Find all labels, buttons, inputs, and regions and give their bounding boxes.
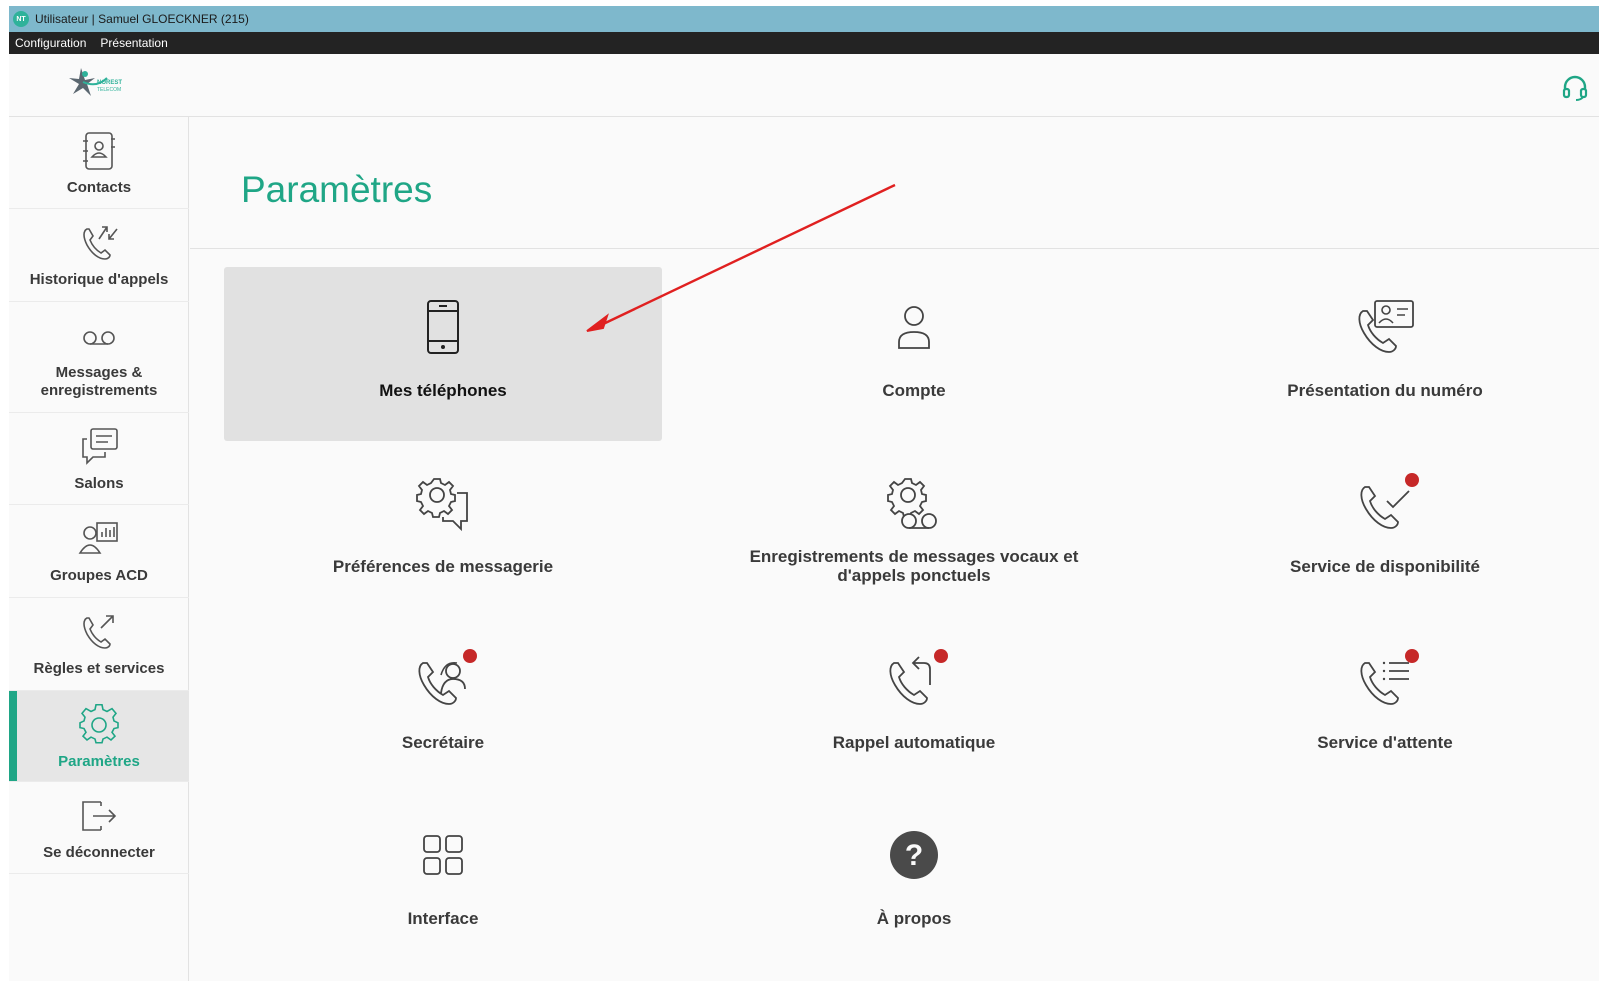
tile-a-propos[interactable]: ? À propos <box>695 795 1133 969</box>
tile-label: À propos <box>876 909 952 928</box>
sidebar: Contacts Historique d'appels Messages & … <box>9 117 189 981</box>
tile-label: Interface <box>407 909 479 928</box>
sidebar-item-acd-groups[interactable]: Groupes ACD <box>9 505 189 598</box>
sidebar-item-label: Groupes ACD <box>50 567 148 584</box>
caller-id-icon <box>1353 295 1417 359</box>
title-bar: NT Utilisateur | Samuel GLOECKNER (215) <box>9 6 1599 32</box>
contacts-book-icon <box>75 127 123 175</box>
title-divider <box>190 248 1599 249</box>
page-title: Paramètres <box>241 169 433 210</box>
sidebar-item-label: Paramètres <box>58 753 140 770</box>
grid-icon <box>411 823 475 887</box>
headset-icon[interactable] <box>1561 74 1589 102</box>
sidebar-item-salons[interactable]: Salons <box>9 413 189 505</box>
messaging-settings-icon <box>411 471 475 535</box>
tile-label: Compte <box>882 381 946 400</box>
user-icon <box>882 295 946 359</box>
voicemail-icon <box>75 312 123 360</box>
window-title: Utilisateur | Samuel GLOECKNER (215) <box>35 12 249 26</box>
tile-enregistrements[interactable]: Enregistrements de messages vocaux et d'… <box>695 443 1133 617</box>
help-icon: ? <box>882 823 946 887</box>
sidebar-item-label: Se déconnecter <box>43 844 155 861</box>
app-badge-icon: NT <box>13 11 29 27</box>
tile-secretaire[interactable]: Secrétaire <box>224 619 662 793</box>
tile-label: Préférences de messagerie <box>332 557 554 576</box>
svg-text:NOREST: NOREST <box>97 80 122 86</box>
tile-label: Présentation du numéro <box>1287 381 1483 400</box>
auto-callback-icon <box>882 647 948 711</box>
menu-bar: Configuration Présentation <box>9 32 1599 54</box>
acd-groups-icon <box>75 515 123 563</box>
sidebar-item-contacts[interactable]: Contacts <box>9 117 189 209</box>
sidebar-item-call-history[interactable]: Historique d'appels <box>9 209 189 302</box>
sidebar-item-label: Salons <box>74 475 124 492</box>
logout-icon <box>75 792 123 840</box>
tile-service-attente[interactable]: Service d'attente <box>1166 619 1599 793</box>
app-window: NT Utilisateur | Samuel GLOECKNER (215) … <box>9 6 1599 981</box>
call-history-icon <box>75 219 123 267</box>
tile-label: Mes téléphones <box>379 381 507 400</box>
secretary-icon <box>411 647 477 711</box>
tile-label: Secrétaire <box>401 733 485 752</box>
sidebar-item-label: Règles et services <box>33 660 165 677</box>
tile-interface[interactable]: Interface <box>224 795 662 969</box>
sidebar-item-logout[interactable]: Se déconnecter <box>9 782 189 874</box>
company-logo: NOREST TELECOM <box>69 68 122 96</box>
sidebar-item-messages[interactable]: Messages & enregistrements <box>9 302 189 413</box>
tile-rappel-automatique[interactable]: Rappel automatique <box>695 619 1133 793</box>
tile-service-disponibilite[interactable]: Service de disponibilité <box>1166 443 1599 617</box>
main-content: Paramètres Mes téléphones Compte Présent… <box>190 117 1599 981</box>
tile-label: Service de disponibilité <box>1290 557 1480 576</box>
sidebar-item-label: Contacts <box>66 179 132 196</box>
notification-badge <box>463 649 477 663</box>
tile-label: Service d'attente <box>1317 733 1453 752</box>
notification-badge <box>934 649 948 663</box>
menu-configuration[interactable]: Configuration <box>15 36 86 50</box>
queue-service-icon <box>1353 647 1419 711</box>
call-forward-icon <box>75 608 123 656</box>
menu-presentation[interactable]: Présentation <box>100 36 167 50</box>
tile-compte[interactable]: Compte <box>695 267 1133 441</box>
sidebar-item-label: Historique d'appels <box>29 271 169 288</box>
mobile-phone-icon <box>411 295 475 359</box>
voicemail-settings-icon <box>882 471 946 535</box>
availability-icon <box>1353 471 1419 535</box>
notification-badge <box>1405 649 1419 663</box>
chat-rooms-icon <box>75 423 123 471</box>
gear-icon <box>75 701 123 749</box>
sidebar-item-rules-services[interactable]: Règles et services <box>9 598 189 691</box>
app-header: NOREST TELECOM <box>9 54 1599 117</box>
sidebar-item-label: Messages & enregistrements <box>40 364 158 399</box>
tile-presentation-numero[interactable]: Présentation du numéro <box>1166 267 1599 441</box>
tile-preferences-messagerie[interactable]: Préférences de messagerie <box>224 443 662 617</box>
sidebar-item-parametres[interactable]: Paramètres <box>9 691 189 782</box>
tile-mes-telephones[interactable]: Mes téléphones <box>224 267 662 441</box>
tile-label: Enregistrements de messages vocaux et d'… <box>749 547 1079 585</box>
notification-badge <box>1405 473 1419 487</box>
svg-text:?: ? <box>905 839 923 872</box>
tile-label: Rappel automatique <box>832 733 996 752</box>
svg-text:TELECOM: TELECOM <box>97 87 121 93</box>
